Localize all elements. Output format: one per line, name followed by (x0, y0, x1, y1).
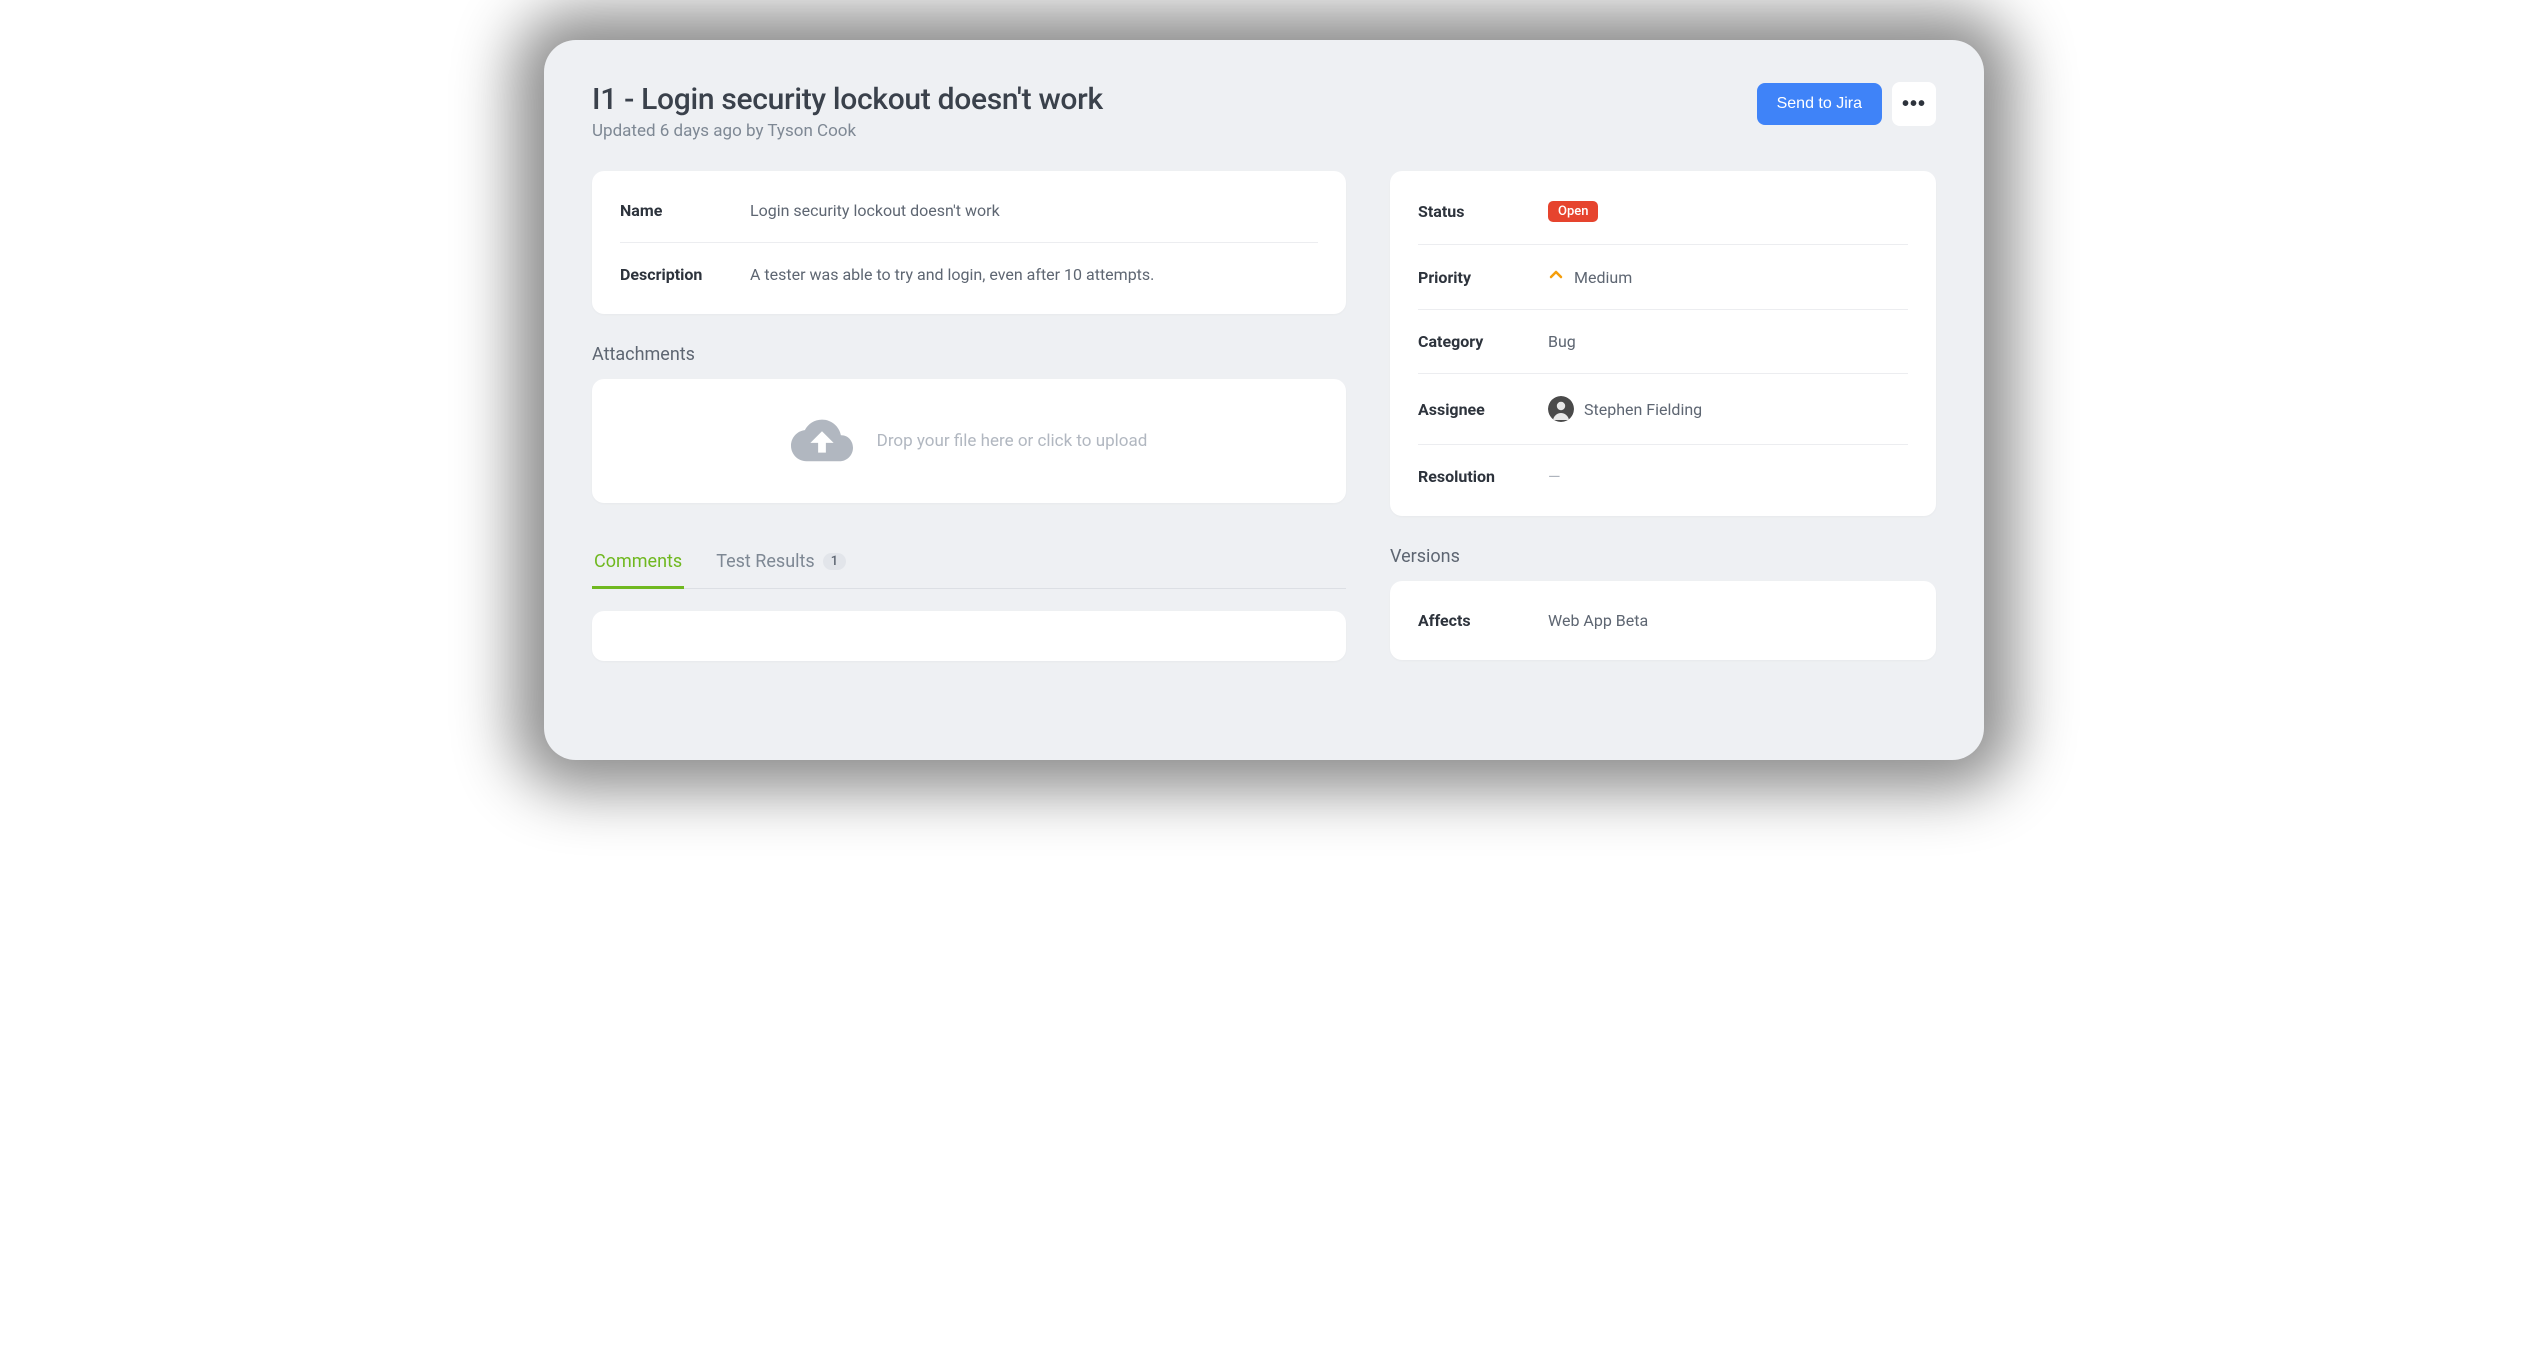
priority-value[interactable]: Medium (1548, 267, 1632, 287)
tabs: Comments Test Results 1 (592, 541, 1346, 589)
name-label: Name (620, 201, 750, 220)
status-value[interactable]: Open (1548, 201, 1598, 222)
resolution-value[interactable]: — (1548, 467, 1561, 486)
test-results-count-badge: 1 (823, 553, 846, 570)
affects-label: Affects (1418, 611, 1548, 630)
tab-comments-label: Comments (594, 551, 682, 572)
issue-detail-window: I1 - Login security lockout doesn't work… (544, 40, 1984, 760)
name-row: Name Login security lockout doesn't work (620, 179, 1318, 243)
resolution-label: Resolution (1418, 467, 1548, 486)
resolution-row: Resolution — (1418, 445, 1908, 508)
dropzone-text: Drop your file here or click to upload (877, 431, 1148, 451)
attachments-title: Attachments (592, 344, 1346, 365)
assignee-name: Stephen Fielding (1584, 400, 1702, 419)
header-left: I1 - Login security lockout doesn't work… (592, 82, 1103, 141)
tab-test-results-label: Test Results (716, 551, 814, 572)
versions-title: Versions (1390, 546, 1936, 567)
meta-card: Status Open Priority Medium Categor (1390, 171, 1936, 516)
details-card: Name Login security lockout doesn't work… (592, 171, 1346, 314)
priority-text: Medium (1574, 268, 1632, 287)
status-row: Status Open (1418, 179, 1908, 245)
assignee-value[interactable]: Stephen Fielding (1548, 396, 1702, 422)
content-columns: Name Login security lockout doesn't work… (592, 171, 1936, 661)
more-actions-button[interactable]: ••• (1892, 82, 1936, 126)
page-subtitle: Updated 6 days ago by Tyson Cook (592, 121, 1103, 141)
chevron-up-icon (1548, 267, 1564, 287)
priority-label: Priority (1418, 268, 1548, 287)
tab-test-results[interactable]: Test Results 1 (714, 541, 848, 589)
status-badge: Open (1548, 201, 1598, 222)
page-header: I1 - Login security lockout doesn't work… (592, 82, 1936, 141)
assignee-row: Assignee Stephen Fielding (1418, 374, 1908, 445)
category-value[interactable]: Bug (1548, 332, 1576, 351)
header-actions: Send to Jira ••• (1757, 82, 1936, 126)
category-row: Category Bug (1418, 310, 1908, 374)
status-label: Status (1418, 202, 1548, 221)
cloud-upload-icon (791, 415, 853, 467)
page-title: I1 - Login security lockout doesn't work (592, 82, 1103, 117)
description-row: Description A tester was able to try and… (620, 243, 1318, 306)
avatar (1548, 396, 1574, 422)
comment-input-box[interactable] (592, 611, 1346, 661)
versions-card: Affects Web App Beta (1390, 581, 1936, 660)
tab-comments[interactable]: Comments (592, 541, 684, 589)
priority-row: Priority Medium (1418, 245, 1908, 310)
right-column: Status Open Priority Medium Categor (1390, 171, 1936, 661)
affects-row: Affects Web App Beta (1418, 589, 1908, 652)
description-value: A tester was able to try and login, even… (750, 265, 1154, 284)
more-icon: ••• (1902, 93, 1926, 116)
name-value: Login security lockout doesn't work (750, 201, 1000, 220)
assignee-label: Assignee (1418, 400, 1548, 419)
affects-value[interactable]: Web App Beta (1548, 611, 1648, 630)
category-label: Category (1418, 332, 1548, 351)
left-column: Name Login security lockout doesn't work… (592, 171, 1346, 661)
attachments-dropzone[interactable]: Drop your file here or click to upload (592, 379, 1346, 503)
description-label: Description (620, 265, 750, 284)
send-to-jira-button[interactable]: Send to Jira (1757, 83, 1882, 125)
